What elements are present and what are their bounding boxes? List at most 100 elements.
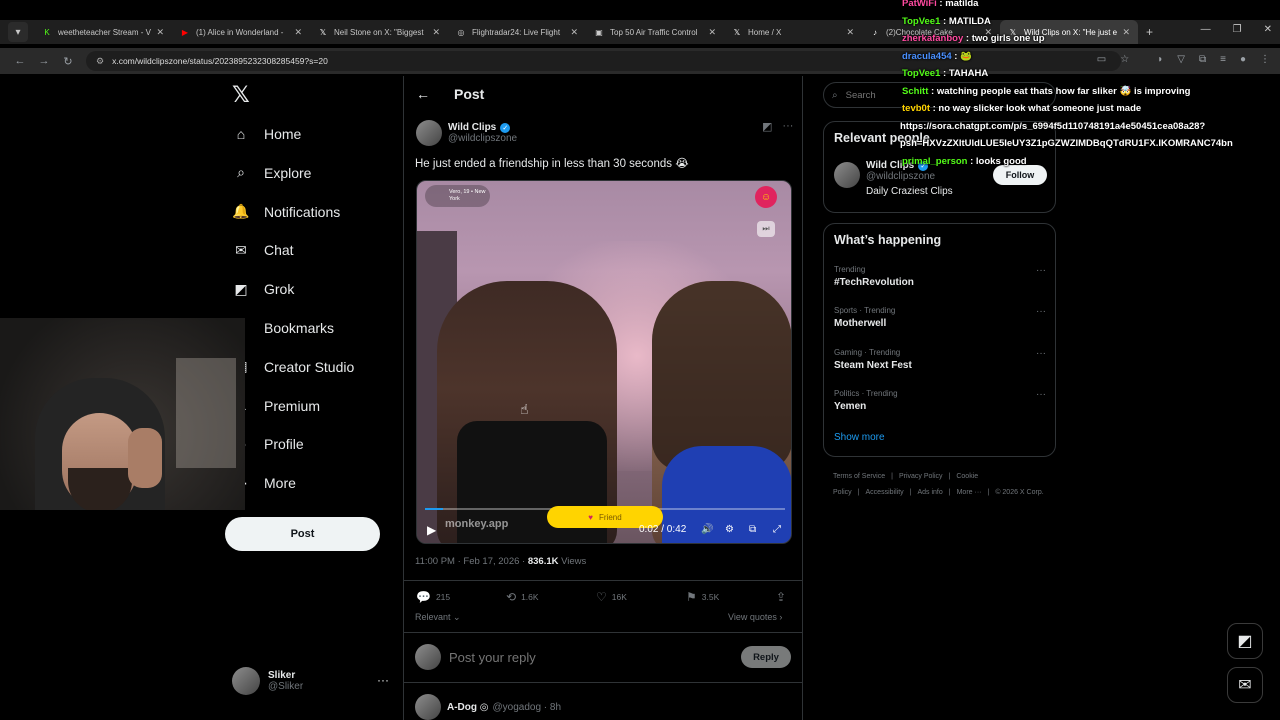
extension-icon[interactable]: ◗ <box>1157 54 1163 65</box>
post-timestamp[interactable]: 11:00 PM · Feb 17, 2026 · <box>415 556 528 567</box>
trend-item[interactable]: Politics · Trending Yemen ··· <box>834 389 1046 412</box>
browser-tab[interactable]: ▣ Top 50 Air Traffic Control ✕ <box>586 20 724 44</box>
messages-float-button[interactable]: ✉ <box>1227 667 1263 703</box>
tab-title: Flightradar24: Live Flight <box>472 27 561 37</box>
back-arrow-icon[interactable]: ← <box>8 55 32 67</box>
close-tab-icon[interactable]: ✕ <box>708 27 716 38</box>
nav-item-home[interactable]: ⌂ Home <box>232 120 302 148</box>
footer-link[interactable]: Terms of Service <box>833 473 885 480</box>
browser-tab[interactable]: ▶ (1) Alice in Wonderland - ✕ <box>172 20 310 44</box>
extension-icon[interactable]: ▽ <box>1177 54 1185 65</box>
chat-username[interactable]: TopVee1 <box>902 68 940 79</box>
like-action[interactable]: ♡ 16K <box>596 590 627 604</box>
more-icon[interactable]: ··· <box>782 120 793 133</box>
footer-link[interactable]: Privacy Policy <box>899 473 943 480</box>
bookmark-action[interactable]: ⚑ 3.5K <box>686 590 719 604</box>
nav-item-grok[interactable]: ◩ Grok <box>232 275 294 303</box>
chat-username[interactable]: primal_person <box>902 156 967 167</box>
footer-link[interactable]: © 2026 X Corp. <box>995 489 1043 496</box>
forward-arrow-icon[interactable]: → <box>32 55 56 67</box>
play-icon[interactable]: ▶ <box>427 523 436 537</box>
reload-icon[interactable]: ↻ <box>56 55 80 68</box>
tab-favicon-icon: 𝕏 <box>733 27 741 37</box>
extension-icon[interactable]: ≡ <box>1220 54 1226 65</box>
more-icon[interactable]: ··· <box>1036 389 1046 400</box>
x-logo-icon[interactable]: 𝕏 <box>232 84 254 106</box>
settings-gear-icon[interactable]: ⚙ <box>725 524 734 535</box>
tab-search-button[interactable]: ▾ <box>8 22 28 42</box>
show-more-link[interactable]: Show more <box>834 432 885 443</box>
video-player[interactable]: Vero, 19 • New York ☺ ⏭ monkey.app ♥ Frie… <box>416 180 792 544</box>
nav-item-bookmarks[interactable]: ⚑Bookmarks <box>232 314 334 342</box>
footer-link[interactable]: Accessibility <box>866 489 904 496</box>
reply-action[interactable]: 💬 215 <box>416 590 450 604</box>
site-info-icon[interactable]: ⚙ <box>96 56 104 67</box>
browser-tab[interactable]: 𝕏 Home / X ✕ <box>724 20 862 44</box>
trend-item[interactable]: Trending #TechRevolution ··· <box>834 265 1046 288</box>
view-quotes-link[interactable]: View quotes › <box>728 612 782 622</box>
close-tab-icon[interactable]: ✕ <box>432 27 440 38</box>
chat-username[interactable]: tevb0t <box>902 103 930 114</box>
chat-username[interactable]: dracula454 <box>902 51 952 62</box>
nav-item-creator-studio[interactable]: ▤Creator Studio <box>232 353 354 381</box>
more-icon[interactable]: ··· <box>377 673 389 687</box>
chat-username[interactable]: PatWiFi <box>902 0 937 9</box>
close-tab-icon[interactable]: ✕ <box>156 27 164 38</box>
footer-link[interactable]: More ··· <box>957 489 982 496</box>
more-icon[interactable]: ··· <box>1036 348 1046 359</box>
trend-item[interactable]: Gaming · Trending Steam Next Fest ··· <box>834 348 1046 371</box>
maximize-icon[interactable]: ❐ <box>1233 24 1242 35</box>
chat-username[interactable]: zherkafanboy <box>902 33 963 44</box>
browser-tab[interactable]: ◎ Flightradar24: Live Flight ✕ <box>448 20 586 44</box>
share-action[interactable]: ⇪ <box>776 590 791 604</box>
more-icon[interactable]: ··· <box>1036 306 1046 317</box>
avatar[interactable] <box>834 162 860 188</box>
minimize-icon[interactable]: — <box>1201 24 1211 35</box>
pip-icon[interactable]: ⧉ <box>749 524 756 535</box>
close-tab-icon[interactable]: ✕ <box>294 27 302 38</box>
rp-bio: Daily Craziest Clips <box>866 186 953 197</box>
browser-tab[interactable]: Kweetheteacher Stream - V ✕ <box>34 20 172 44</box>
chat-username[interactable]: TopVee1 <box>902 16 940 27</box>
nav-item-explore[interactable]: ⌕ Explore <box>232 159 311 187</box>
webcam-hand <box>128 428 162 488</box>
nav-item-chat[interactable]: ✉ Chat <box>232 236 293 264</box>
avatar[interactable] <box>416 120 442 146</box>
back-arrow-icon[interactable]: ← <box>416 86 430 102</box>
trend-item[interactable]: Sports · Trending Motherwell ··· <box>834 306 1046 329</box>
post-author[interactable]: Wild Clips ✓ @wildclipszone <box>416 120 517 146</box>
trend-context: Sports · Trending <box>834 306 896 316</box>
fullscreen-icon[interactable]: ⤢ <box>773 524 781 535</box>
grok-icon[interactable]: ◩ <box>762 120 772 133</box>
repost-action[interactable]: ⟲ 1.6K <box>506 590 539 604</box>
close-window-icon[interactable]: ✕ <box>1264 24 1272 35</box>
chat-text: : MATILDA <box>940 15 991 27</box>
window-controls: — ❐ ✕ <box>1201 24 1272 35</box>
volume-icon[interactable]: 🔊 <box>701 524 713 535</box>
browser-tab[interactable]: 𝕏 Neil Stone on X: "Biggest ✕ <box>310 20 448 44</box>
chat-username[interactable]: Schitt <box>902 86 928 97</box>
reply-sort-dropdown[interactable]: Relevant ⌄ <box>415 612 461 623</box>
nav-item-notifications[interactable]: 🔔 Notifications <box>232 198 340 226</box>
star-icon[interactable]: ☆ <box>1120 54 1129 65</box>
browser-menu-icon[interactable]: ⋮ <box>1260 54 1270 65</box>
reply-button[interactable]: Reply <box>741 646 791 668</box>
account-switcher[interactable]: Sliker @Sliker <box>232 667 303 695</box>
close-tab-icon[interactable]: ✕ <box>1122 27 1130 38</box>
extension-icon[interactable]: ⧉ <box>1199 54 1206 65</box>
avatar[interactable] <box>415 694 441 720</box>
install-app-icon[interactable]: ▭ <box>1097 54 1106 65</box>
close-tab-icon[interactable]: ✕ <box>570 27 578 38</box>
reply-item[interactable]: A-Dog ◎ @yogadog · 8h <box>415 694 561 720</box>
tab-title: Neil Stone on X: "Biggest <box>334 27 424 37</box>
close-tab-icon[interactable]: ✕ <box>846 27 854 38</box>
grok-float-button[interactable]: ◩ <box>1227 623 1263 659</box>
new-tab-button[interactable]: + <box>1146 25 1153 39</box>
profile-avatar-icon[interactable]: ● <box>1240 54 1246 65</box>
more-icon[interactable]: ··· <box>1036 265 1046 276</box>
post-button[interactable]: Post <box>225 517 380 551</box>
nav-item-premium[interactable]: 𝕏Premium <box>232 392 320 420</box>
footer-link[interactable]: Ads info <box>917 489 942 496</box>
reply-input[interactable] <box>449 645 709 669</box>
author-name-row[interactable]: Wild Clips ✓ <box>448 122 517 133</box>
